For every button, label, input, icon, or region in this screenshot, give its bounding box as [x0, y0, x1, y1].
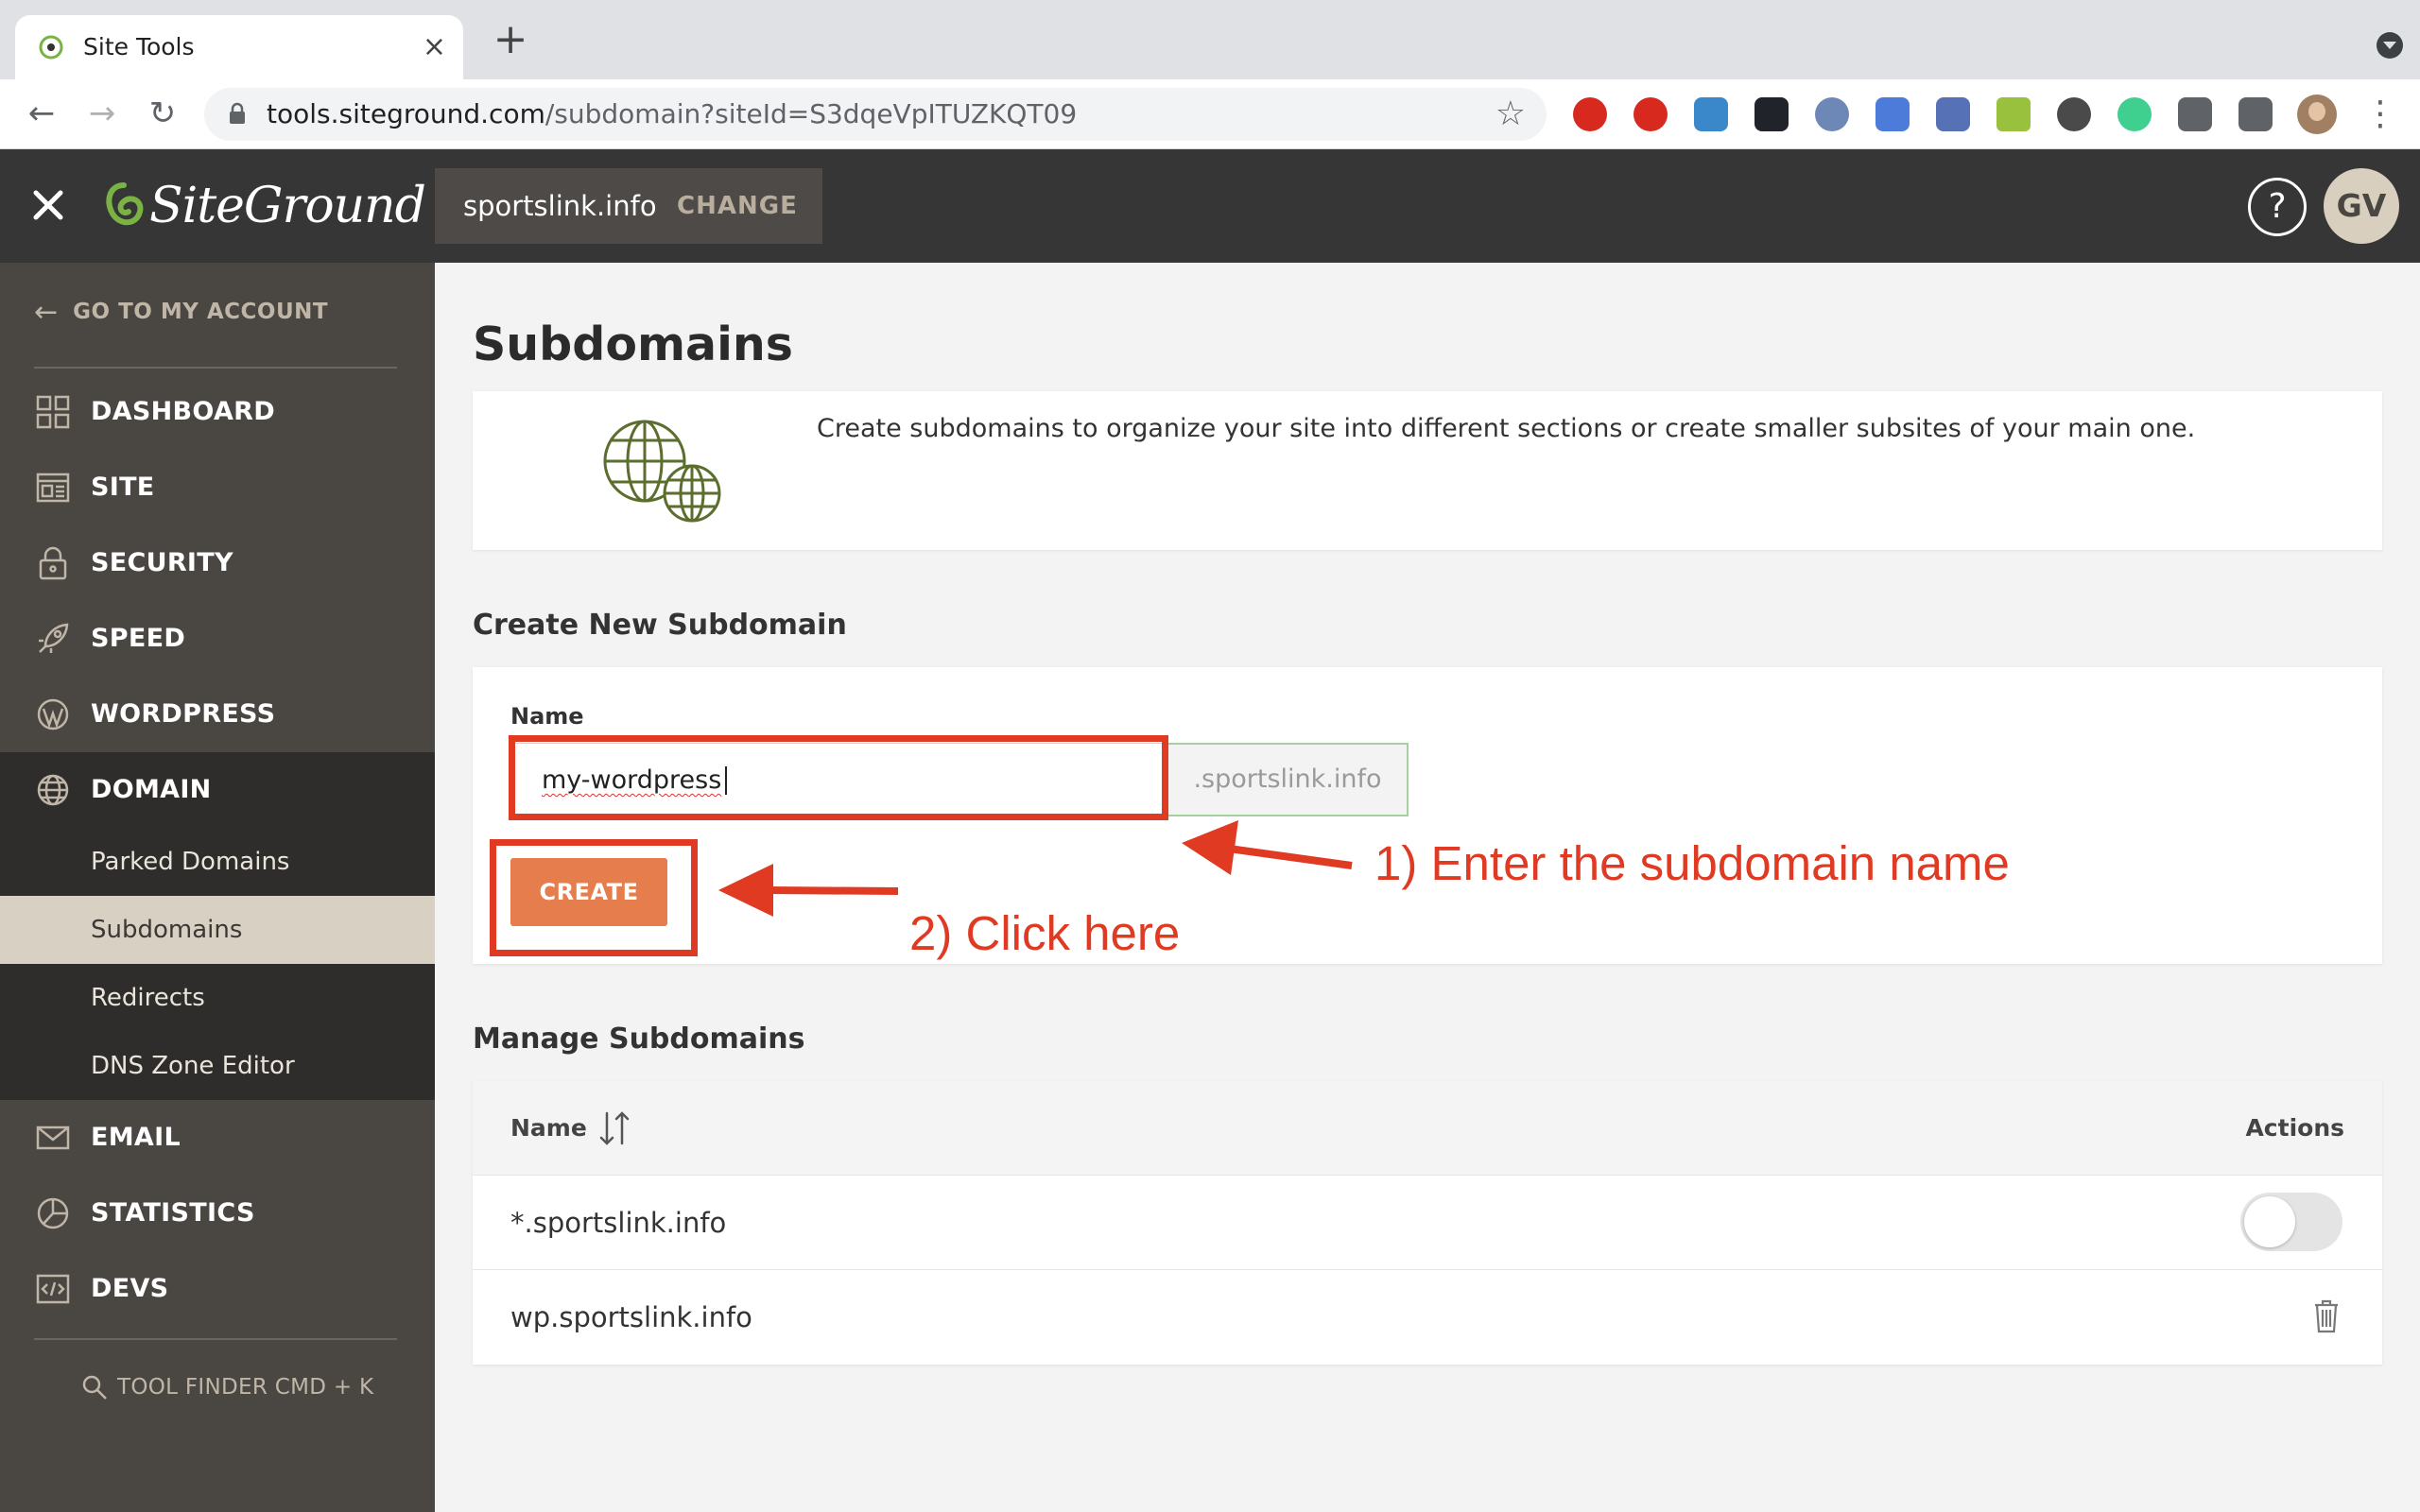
target-extension-icon[interactable]	[2118, 97, 2152, 131]
sidebar-subitem-parked-domains[interactable]: Parked Domains	[0, 828, 435, 896]
url-text: tools.siteground.com/subdomain?siteId=S3…	[267, 98, 1078, 129]
subdomain-name-cell: wp.sportslink.info	[510, 1301, 752, 1333]
browser-tabstrip: Site Tools × +	[0, 0, 2420, 79]
sidebar-subitem-redirects[interactable]: Redirects	[0, 964, 435, 1032]
site-layout-icon	[36, 472, 70, 503]
table-row: *.sportslink.info	[473, 1176, 2382, 1270]
rocket-icon	[39, 623, 69, 653]
name-field-label: Name	[510, 703, 584, 730]
sort-icon[interactable]	[597, 1109, 631, 1147]
browser-tab[interactable]: Site Tools ×	[15, 15, 463, 79]
browser-menu-icon[interactable]: ⋮	[2363, 94, 2397, 134]
wordpress-icon	[37, 698, 69, 730]
back-arrow-icon[interactable]: ←	[21, 93, 62, 134]
browser-profile-avatar[interactable]	[2297, 94, 2337, 134]
close-icon[interactable]	[28, 185, 68, 225]
search-icon	[82, 1375, 107, 1400]
wildcard-toggle[interactable]	[2240, 1193, 2342, 1251]
sidebar-item-wordpress[interactable]: WORDPRESS	[0, 677, 435, 752]
create-section-title: Create New Subdomain	[473, 609, 847, 642]
change-site-button[interactable]: CHANGE	[677, 168, 798, 244]
media-queue-icon[interactable]	[2238, 97, 2273, 131]
sidebar-item-devs[interactable]: DEVS	[0, 1251, 435, 1327]
go-to-account-link[interactable]: ← GO TO MY ACCOUNT	[34, 293, 328, 331]
intro-card: Create subdomains to organize your site …	[473, 391, 2382, 550]
annotation-box-input	[509, 735, 1168, 820]
subdomain-name-cell: *.sportslink.info	[510, 1207, 727, 1239]
tool-finder-button[interactable]: TOOL FINDER CMD + K	[81, 1368, 373, 1406]
sidebar: ← GO TO MY ACCOUNT DASHBOARD SITE SECURI…	[0, 263, 435, 1512]
envelope-icon	[36, 1125, 70, 1150]
ublock-extension-icon[interactable]	[1573, 97, 1607, 131]
site-selector: sportslink.info CHANGE	[435, 168, 822, 244]
manage-section-title: Manage Subdomains	[473, 1022, 805, 1056]
pie-chart-icon	[37, 1197, 69, 1229]
sidebar-item-security[interactable]: SECURITY	[0, 525, 435, 601]
window-extension-icon[interactable]	[1694, 97, 1728, 131]
sidebar-subitem-subdomains[interactable]: Subdomains	[0, 896, 435, 964]
sidebar-item-statistics[interactable]: STATISTICS	[0, 1176, 435, 1251]
subdomains-table: Name Actions *.sportslink.info wp.sports…	[473, 1081, 2382, 1365]
annotation-step-1: 1) Enter the subdomain name	[1374, 836, 2010, 890]
grid-extension-icon[interactable]	[1936, 97, 1970, 131]
dark-mode-extension-icon[interactable]	[2057, 97, 2091, 131]
react-devtools-extension-icon[interactable]	[1754, 97, 1789, 131]
annotation-step-2: 2) Click here	[909, 906, 1181, 960]
sidebar-item-dashboard[interactable]: DASHBOARD	[0, 374, 435, 450]
globe-illustration-icon	[603, 420, 721, 523]
extensions-puzzle-icon[interactable]	[2178, 97, 2212, 131]
browser-toolbar: ← → ↻ tools.siteground.com/subdomain?sit…	[0, 79, 2420, 149]
help-button[interactable]: ?	[2248, 178, 2307, 236]
dashboard-grid-icon	[36, 395, 70, 429]
code-window-icon	[36, 1274, 70, 1304]
arrow-left-icon: ←	[34, 295, 59, 329]
table-header: Name Actions	[473, 1081, 2382, 1176]
trash-icon[interactable]	[2312, 1298, 2341, 1334]
lock-icon	[230, 102, 245, 124]
forward-arrow-icon[interactable]: →	[81, 93, 123, 134]
calendar-extension-icon[interactable]	[1876, 97, 1910, 131]
siteground-swirl-icon	[106, 182, 144, 226]
siteground-favicon-icon	[39, 35, 63, 60]
app-header: SiteGround sportslink.info CHANGE ? GV	[0, 149, 2420, 263]
tab-search-icon[interactable]	[2377, 32, 2403, 59]
table-row: wp.sportslink.info	[473, 1270, 2382, 1365]
new-tab-button[interactable]: +	[492, 19, 529, 60]
intro-description: Create subdomains to organize your site …	[817, 414, 2196, 443]
sidebar-subitem-dns-zone-editor[interactable]: DNS Zone Editor	[0, 1032, 435, 1100]
sidebar-item-domain[interactable]: DOMAIN	[0, 752, 435, 828]
siteground-logo: SiteGround	[102, 174, 426, 238]
address-bar[interactable]: tools.siteground.com/subdomain?siteId=S3…	[204, 88, 1547, 141]
column-header-name[interactable]: Name	[510, 1081, 587, 1176]
page-title: Subdomains	[473, 318, 793, 371]
tab-title: Site Tools	[83, 33, 195, 60]
user-avatar[interactable]: GV	[2324, 168, 2399, 244]
site-name: sportslink.info	[463, 190, 657, 222]
shield-extension-icon[interactable]	[1815, 97, 1849, 131]
sidebar-divider	[34, 367, 397, 369]
padlock-icon	[39, 546, 67, 580]
column-header-actions: Actions	[2245, 1114, 2344, 1142]
globe-icon	[37, 774, 69, 806]
sidebar-item-speed[interactable]: SPEED	[0, 601, 435, 677]
reload-icon[interactable]: ↻	[142, 93, 183, 134]
diamond-extension-icon[interactable]	[1996, 97, 2031, 131]
annotation-box-create	[490, 839, 698, 956]
sidebar-item-email[interactable]: EMAIL	[0, 1100, 435, 1176]
tab-close-icon[interactable]: ×	[423, 15, 446, 79]
sidebar-divider	[34, 1338, 397, 1340]
sidebar-item-site[interactable]: SITE	[0, 450, 435, 525]
bookmark-star-icon[interactable]: ☆	[1495, 95, 1526, 133]
domain-suffix: .sportslink.info	[1167, 743, 1409, 816]
adblock-plus-extension-icon[interactable]	[1634, 97, 1668, 131]
